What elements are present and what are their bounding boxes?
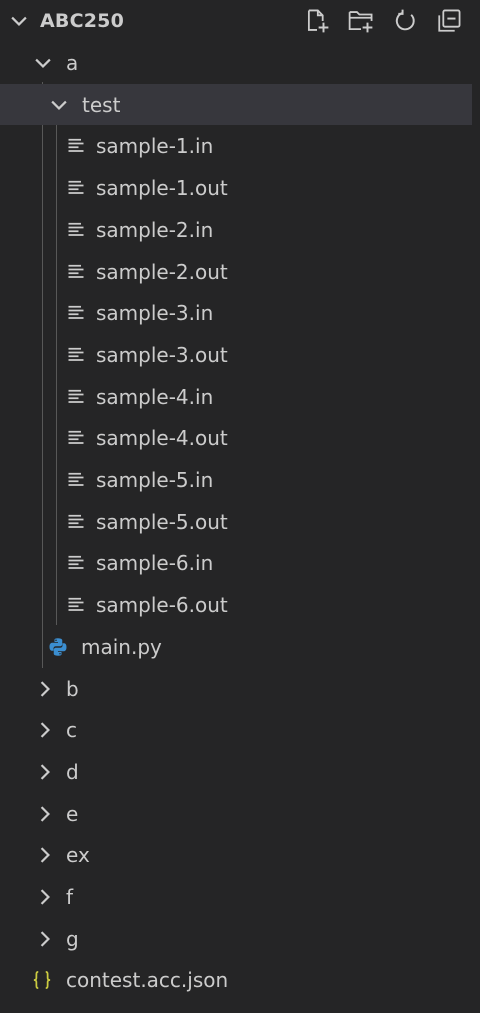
tree-folder-ex[interactable]: ex [0, 834, 472, 876]
refresh-button[interactable] [390, 6, 420, 36]
tree-label: b [66, 676, 79, 701]
text-file-icon [68, 389, 84, 403]
tree-file-contest-json[interactable]: contest.acc.json [0, 959, 472, 1001]
new-folder-icon [348, 11, 373, 33]
tree-file-main-py[interactable]: main.py [0, 626, 472, 668]
tree-file[interactable]: sample-4.in [0, 376, 472, 418]
tree-label: g [66, 926, 79, 951]
tree-folder-c[interactable]: c [0, 709, 472, 751]
tree-file[interactable]: sample-1.in [0, 125, 472, 167]
text-file-icon [68, 264, 84, 278]
tree-folder-f[interactable]: f [0, 876, 472, 918]
tree-label: sample-6.out [96, 593, 228, 618]
tree-file[interactable]: sample-6.out [0, 584, 472, 626]
tree-folder-d[interactable]: d [0, 751, 472, 793]
tree-file[interactable]: sample-3.out [0, 334, 472, 376]
collapse-all-button[interactable] [434, 6, 464, 36]
chevron-right-icon [40, 889, 50, 905]
chevron-right-icon [40, 805, 50, 822]
tree-folder-g[interactable]: g [0, 918, 472, 960]
tree-file[interactable]: sample-1.out [0, 167, 472, 209]
text-file-icon [68, 431, 84, 445]
chevron-right-icon [40, 680, 50, 697]
tree-file[interactable]: sample-6.in [0, 542, 472, 584]
tree-label: contest.acc.json [66, 968, 229, 993]
text-file-icon [68, 139, 84, 153]
tree-label: sample-3.in [96, 301, 214, 326]
text-file-icon [68, 306, 84, 320]
workspace-title: ABC250 [40, 10, 124, 32]
tree-label: test [82, 92, 121, 117]
chevron-right-icon [40, 931, 50, 947]
python-icon [49, 638, 67, 656]
tree-label: main.py [81, 634, 162, 659]
tree-file[interactable]: sample-5.in [0, 459, 472, 501]
tree-file[interactable]: sample-2.in [0, 209, 472, 251]
tree-label: sample-4.out [96, 426, 228, 451]
json-icon [33, 971, 51, 990]
tree-folder-test[interactable]: test [0, 83, 472, 126]
explorer-header[interactable]: ABC250 [0, 0, 480, 42]
tree-folder-e[interactable]: e [0, 793, 472, 835]
text-file-icon [68, 347, 84, 361]
text-file-icon [68, 597, 84, 611]
new-file-button[interactable] [302, 6, 332, 36]
chevron-right-icon [40, 722, 50, 738]
tree-label: a [66, 51, 79, 75]
tree-label: c [66, 718, 77, 743]
chevron-down-icon [51, 100, 67, 110]
chevron-down-icon[interactable] [8, 10, 30, 32]
chevron-down-icon [35, 58, 51, 68]
tree-file[interactable]: sample-5.out [0, 501, 472, 543]
chevron-right-icon [40, 847, 50, 863]
tree-label: sample-1.in [96, 134, 214, 159]
tree-label: sample-4.in [96, 384, 214, 409]
tree-label: sample-5.in [96, 468, 214, 492]
tree-file[interactable]: sample-4.out [0, 417, 472, 459]
text-file-icon [68, 556, 84, 570]
tree-folder-b[interactable]: b [0, 668, 472, 710]
explorer-actions [302, 6, 464, 36]
tree-label: sample-3.out [96, 342, 228, 367]
new-folder-button[interactable] [346, 6, 376, 36]
tree-label: sample-2.out [96, 259, 228, 284]
tree-label: sample-5.out [96, 509, 228, 534]
text-file-icon [68, 180, 84, 194]
scrollbar[interactable] [472, 42, 480, 1013]
text-file-icon [68, 472, 84, 486]
tree-label: e [66, 801, 79, 826]
tree-label: sample-1.out [96, 176, 228, 201]
tree-label: d [66, 759, 79, 784]
chevron-right-icon [40, 764, 50, 780]
text-file-icon [68, 222, 84, 236]
tree-folder-a[interactable]: a [0, 42, 472, 84]
tree-file[interactable]: sample-3.in [0, 292, 472, 334]
refresh-icon [395, 9, 415, 31]
tree-label: sample-6.in [96, 551, 214, 576]
tree-label: sample-2.in [96, 217, 214, 242]
new-file-icon [307, 9, 329, 33]
tree-file[interactable]: sample-2.out [0, 251, 472, 293]
text-file-icon [68, 514, 84, 528]
tree-label: f [66, 885, 74, 909]
collapse-all-icon [438, 9, 461, 32]
tree-label: ex [66, 843, 90, 868]
